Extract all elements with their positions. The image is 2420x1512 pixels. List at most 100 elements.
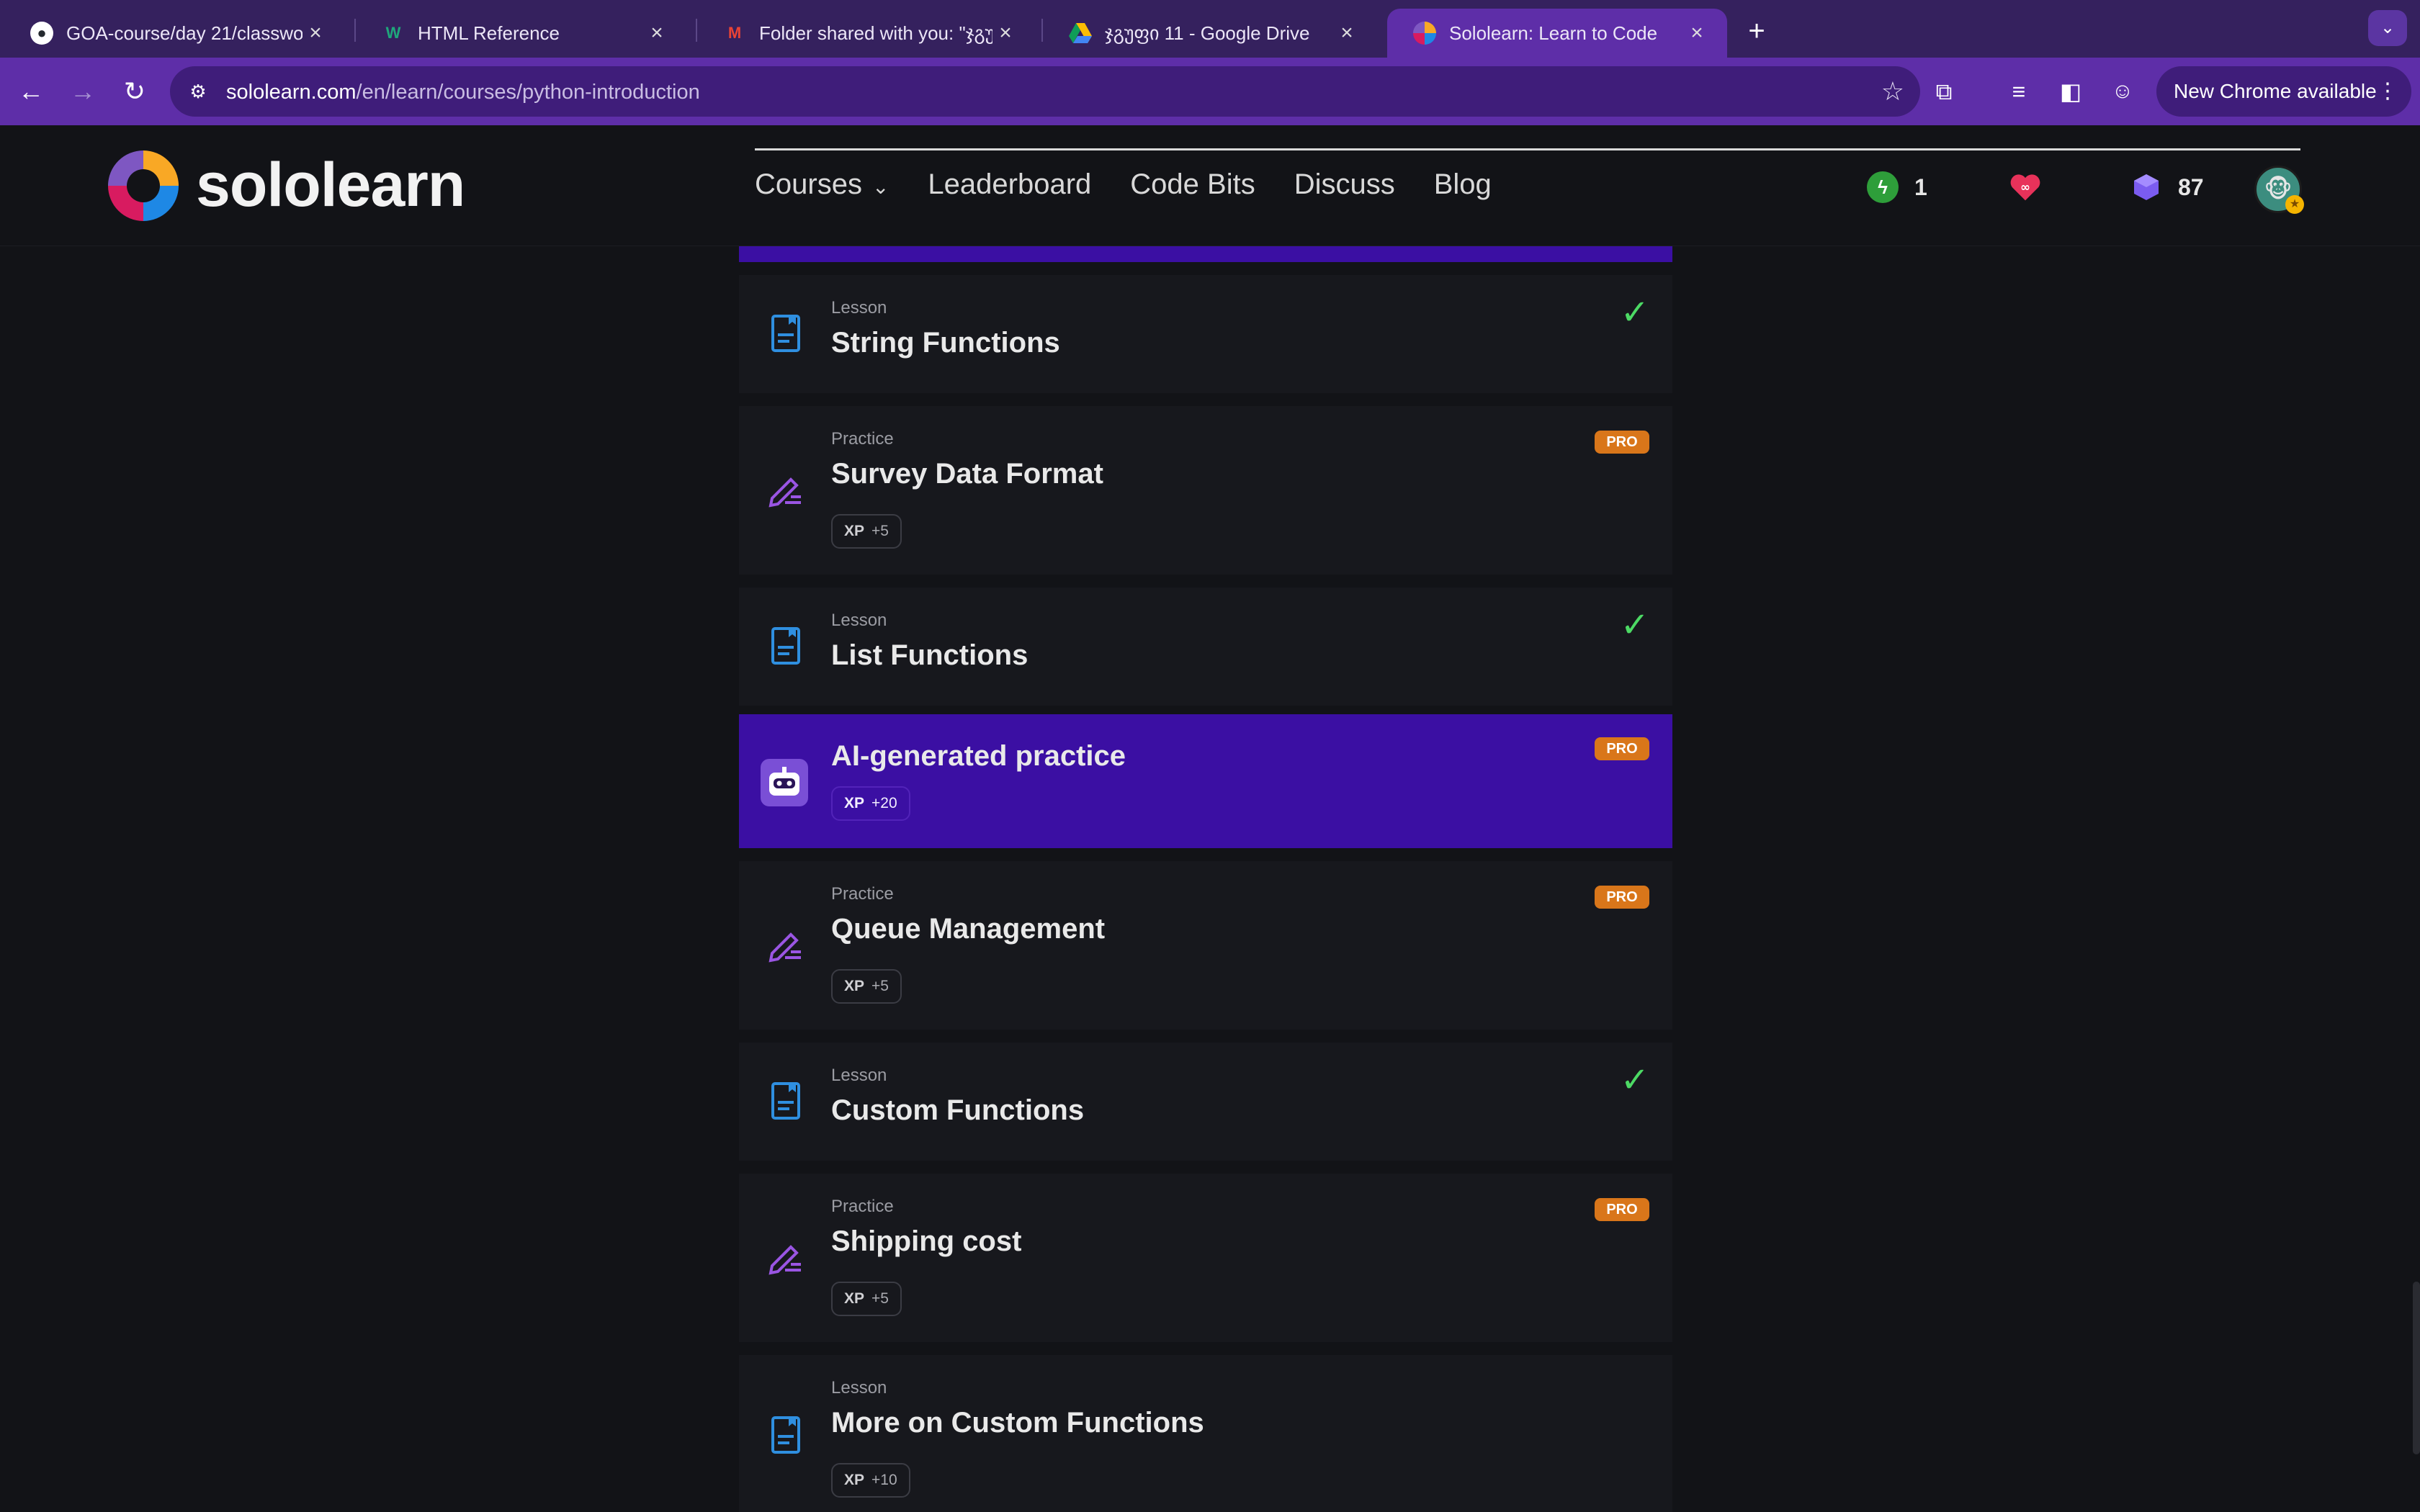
course-content-list: Lesson String Functions ✓ Practice Surve…: [739, 246, 1672, 1512]
lesson-icon: [766, 1081, 805, 1120]
nav-discuss[interactable]: Discuss: [1294, 168, 1395, 201]
sololearn-icon: [1413, 22, 1436, 45]
completed-check-icon: ✓: [1620, 294, 1649, 332]
item-type: Practice: [831, 884, 894, 904]
xp-badge: XP +5: [831, 969, 902, 1004]
forward-button[interactable]: →: [65, 73, 101, 109]
more-menu-icon[interactable]: ⋮: [2377, 66, 2398, 117]
star-badge-icon: ★: [2285, 195, 2304, 214]
list-item-ai-generated-practice[interactable]: AI-generated practice XP +20 PRO: [739, 714, 1672, 848]
pro-badge: PRO: [1595, 737, 1649, 760]
url-text[interactable]: sololearn.com/en/learn/courses/python-in…: [226, 81, 700, 104]
google-drive-icon: [1069, 22, 1092, 45]
close-icon[interactable]: ×: [992, 21, 1018, 45]
item-title: More on Custom Functions: [831, 1407, 1204, 1439]
item-title: Custom Functions: [831, 1094, 1085, 1126]
new-tab-button[interactable]: +: [1739, 14, 1775, 50]
list-item-list-functions[interactable]: Lesson List Functions ✓: [739, 588, 1672, 706]
list-item-shipping-cost[interactable]: Practice Shipping cost XP +5 PRO: [739, 1174, 1672, 1342]
item-type: Practice: [831, 1197, 894, 1216]
close-icon[interactable]: ×: [1684, 21, 1710, 45]
ai-bot-icon: [761, 759, 808, 806]
bookmark-star-icon[interactable]: ☆: [1881, 76, 1904, 107]
list-item-string-functions[interactable]: Lesson String Functions ✓: [739, 275, 1672, 393]
item-title: String Functions: [831, 327, 1060, 359]
list-item-survey-data-format[interactable]: Practice Survey Data Format XP +5 PRO: [739, 406, 1672, 575]
tab-title: HTML Reference: [418, 22, 560, 44]
bits-counter[interactable]: 87: [2130, 171, 2204, 203]
profile-avatar-icon[interactable]: ☺: [2105, 73, 2141, 109]
tab-search-button[interactable]: ⌄: [2368, 10, 2407, 46]
site-header: sololearn Courses ⌄ Leaderboard Code Bits…: [0, 125, 2420, 246]
list-item-queue-management[interactable]: Practice Queue Management XP +5 PRO: [739, 861, 1672, 1030]
streak-counter[interactable]: ϟ 1: [1867, 171, 1927, 203]
github-icon: ●: [30, 22, 53, 45]
tab-html-reference[interactable]: W HTML Reference ×: [356, 9, 687, 58]
page-scrollbar[interactable]: [2413, 1282, 2420, 1454]
sololearn-logo[interactable]: sololearn: [108, 150, 465, 221]
xp-label: XP: [844, 523, 865, 539]
xp-value: +20: [871, 795, 897, 811]
list-item-custom-functions[interactable]: Lesson Custom Functions ✓: [739, 1043, 1672, 1161]
nav-code-bits[interactable]: Code Bits: [1130, 168, 1255, 201]
item-type: Lesson: [831, 611, 887, 630]
bits-value: 87: [2178, 174, 2204, 200]
lesson-icon: [766, 626, 805, 665]
tab-title: GOA-course/day 21/classwork: [66, 22, 302, 44]
item-title: Survey Data Format: [831, 458, 1103, 490]
section-header-strip: [739, 246, 1672, 262]
url-path: /en/learn/courses/python-introduction: [356, 81, 700, 104]
tab-title: ჯგუფი 11 - Google Drive: [1105, 22, 1310, 44]
xp-badge: XP +20: [831, 786, 910, 821]
xp-badge: XP +5: [831, 514, 902, 549]
tab-google-drive[interactable]: ჯგუფი 11 - Google Drive ×: [1043, 9, 1377, 58]
logo-text: sololearn: [196, 150, 465, 220]
practice-pencil-icon: [766, 1238, 805, 1277]
list-item-more-on-custom-functions[interactable]: Lesson More on Custom Functions XP +10: [739, 1355, 1672, 1512]
tab-github[interactable]: ● GOA-course/day 21/classwork ×: [4, 9, 346, 58]
xp-badge: XP +5: [831, 1282, 902, 1316]
update-label: New Chrome available: [2174, 80, 2377, 102]
xp-label: XP: [844, 795, 865, 811]
side-panel-icon[interactable]: ◧: [2053, 73, 2089, 109]
user-avatar[interactable]: 🐵 ★: [2254, 166, 2304, 214]
nav-courses[interactable]: Courses ⌄: [755, 168, 889, 201]
item-title: Shipping cost: [831, 1225, 1022, 1257]
extensions-icon[interactable]: ⧉: [1926, 73, 1962, 109]
hearts-indicator[interactable]: ∞: [2009, 171, 2057, 203]
close-icon[interactable]: ×: [302, 21, 328, 45]
back-button[interactable]: ←: [13, 73, 49, 109]
completed-check-icon: ✓: [1620, 1061, 1649, 1099]
item-title: Queue Management: [831, 913, 1106, 945]
site-settings-icon[interactable]: ⚙: [186, 79, 210, 104]
close-icon[interactable]: ×: [644, 21, 670, 45]
xp-value: +10: [871, 1472, 897, 1488]
chrome-update-button[interactable]: New Chrome available ⋮: [2156, 66, 2411, 117]
tab-title: Sololearn: Learn to Code: [1449, 22, 1658, 44]
xp-label: XP: [844, 978, 865, 994]
practice-pencil-icon: [766, 471, 805, 510]
lesson-icon: [766, 314, 805, 353]
chevron-down-icon: ⌄: [871, 176, 889, 198]
completed-check-icon: ✓: [1620, 606, 1649, 644]
lesson-icon: [766, 1416, 805, 1454]
xp-label: XP: [844, 1472, 865, 1488]
streak-value: 1: [1914, 174, 1927, 200]
reload-button[interactable]: ↻: [117, 73, 153, 109]
sololearn-logo-icon: [108, 150, 179, 221]
header-divider: [755, 148, 2300, 150]
nav-blog[interactable]: Blog: [1434, 168, 1492, 201]
address-bar[interactable]: ⚙ sololearn.com/en/learn/courses/python-…: [170, 66, 1920, 117]
close-icon[interactable]: ×: [1334, 21, 1360, 45]
gmail-icon: M: [727, 24, 742, 42]
nav-leaderboard[interactable]: Leaderboard: [928, 168, 1091, 201]
infinity-heart-icon: ∞: [2009, 171, 2041, 203]
media-control-icon[interactable]: ≡: [2001, 73, 2037, 109]
tab-sololearn[interactable]: Sololearn: Learn to Code ×: [1387, 9, 1727, 58]
tab-gmail[interactable]: M Folder shared with you: "ჯგუფ ×: [697, 9, 1036, 58]
browser-toolbar: ← → ↻ ⚙ sololearn.com/en/learn/courses/p…: [0, 58, 2420, 125]
pro-badge: PRO: [1595, 431, 1649, 454]
lightning-icon: ϟ: [1867, 171, 1899, 203]
gem-icon: [2130, 171, 2162, 203]
item-type: Practice: [831, 429, 894, 449]
